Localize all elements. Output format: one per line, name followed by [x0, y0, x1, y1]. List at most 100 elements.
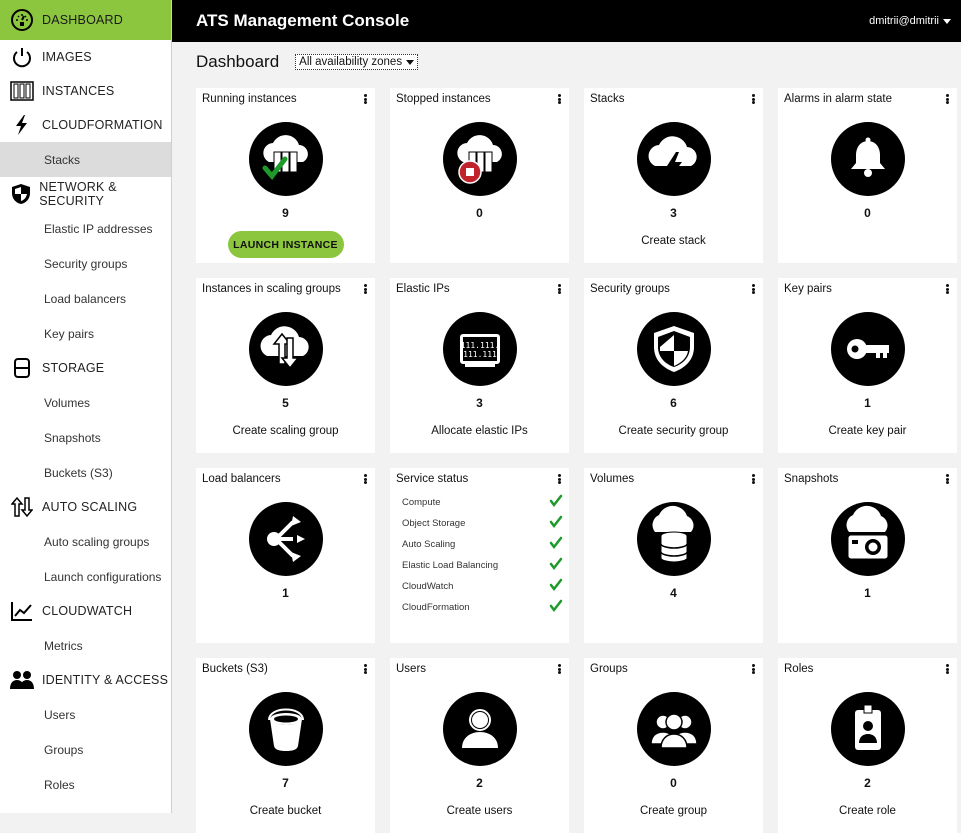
sidebar-section-cloudwatch[interactable]: CLOUDWATCH — [0, 594, 171, 628]
user-menu[interactable]: dmitrii@dmitrii — [869, 15, 951, 27]
tile-count[interactable]: 3 — [584, 206, 763, 220]
tile-title: Roles — [784, 663, 814, 675]
load-balancer-icon[interactable] — [248, 502, 323, 576]
kebab-menu-icon[interactable] — [749, 472, 757, 486]
sidebar-item-label: Metrics — [44, 638, 83, 653]
tile-action-link[interactable]: Create group — [584, 805, 763, 817]
sidebar-item-groups[interactable]: Groups — [0, 732, 171, 767]
security-shield-icon[interactable] — [636, 312, 711, 386]
users-icon — [8, 668, 36, 692]
tile-count[interactable]: 1 — [196, 586, 375, 600]
check-icon — [549, 599, 563, 616]
kebab-menu-icon[interactable] — [943, 472, 951, 486]
tile-action-link[interactable]: Create scaling group — [196, 425, 375, 437]
bucket-icon[interactable] — [248, 692, 323, 766]
kebab-menu-icon[interactable] — [749, 662, 757, 676]
tile-action-link[interactable]: Create security group — [584, 425, 763, 437]
elastic-ip-icon[interactable]: 111.111. 111.111 — [442, 312, 517, 386]
sidebar-item-stacks[interactable]: Stacks — [0, 142, 171, 177]
sidebar-item-label: DASHBOARD — [42, 13, 123, 27]
tile-count[interactable]: 6 — [584, 396, 763, 410]
group-icon[interactable] — [636, 692, 711, 766]
kebab-menu-icon[interactable] — [943, 662, 951, 676]
sidebar-item-roles[interactable]: Roles — [0, 767, 171, 802]
key-icon[interactable] — [830, 312, 905, 386]
sidebar-section-images[interactable]: IMAGES — [0, 40, 171, 74]
tile-count[interactable]: 3 — [390, 396, 569, 410]
camera-icon[interactable] — [830, 502, 905, 576]
sidebar-section-instances[interactable]: INSTANCES — [0, 74, 171, 108]
sidebar-item-auto-scaling-groups[interactable]: Auto scaling groups — [0, 524, 171, 559]
sidebar-item-label: NETWORK & SECURITY — [39, 180, 117, 208]
sidebar-item-buckets-s3[interactable]: Buckets (S3) — [0, 455, 171, 490]
tile-count[interactable]: 0 — [584, 776, 763, 790]
tile-count[interactable]: 4 — [584, 586, 763, 600]
tile-stacks: Stacks 3 Create stack — [584, 88, 763, 263]
sidebar-section-dashboard[interactable]: DASHBOARD — [0, 0, 171, 40]
tile-title: Key pairs — [784, 283, 832, 295]
tile-count[interactable]: 0 — [390, 206, 569, 220]
sidebar-item-elastic-ip-addresses[interactable]: Elastic IP addresses — [0, 211, 171, 246]
role-badge-icon[interactable] — [830, 692, 905, 766]
tile-action-link[interactable]: Create stack — [584, 235, 763, 247]
tile-stopped-instances: Stopped instances 0 — [390, 88, 569, 263]
kebab-menu-icon[interactable] — [361, 92, 369, 106]
stack-cloud-icon[interactable] — [636, 122, 711, 196]
sidebar-item-load-balancers[interactable]: Load balancers — [0, 281, 171, 316]
kebab-menu-icon[interactable] — [555, 472, 563, 486]
availability-zone-select[interactable]: All availability zones — [295, 54, 419, 70]
volume-database-icon[interactable] — [636, 502, 711, 576]
tile-count[interactable]: 5 — [196, 396, 375, 410]
scaling-cloud-icon[interactable] — [248, 312, 323, 386]
tile-count[interactable]: 1 — [778, 396, 957, 410]
server-rack-icon — [8, 79, 36, 103]
user-icon[interactable] — [442, 692, 517, 766]
sidebar-section-auto-scaling[interactable]: AUTO SCALING — [0, 490, 171, 524]
top-bar: ATS Management Console dmitrii@dmitrii — [172, 0, 961, 42]
kebab-menu-icon[interactable] — [943, 92, 951, 106]
kebab-menu-icon[interactable] — [555, 662, 563, 676]
list-item: CloudWatch — [402, 576, 563, 597]
tile-count[interactable]: 2 — [778, 776, 957, 790]
service-name: Auto Scaling — [402, 539, 456, 550]
tile-count[interactable]: 7 — [196, 776, 375, 790]
running-instances-icon[interactable] — [248, 122, 323, 196]
tile-title: Stopped instances — [396, 93, 491, 105]
kebab-menu-icon[interactable] — [361, 662, 369, 676]
sidebar-item-security-groups[interactable]: Security groups — [0, 246, 171, 281]
sidebar-item-key-pairs[interactable]: Key pairs — [0, 316, 171, 351]
tile-action-link[interactable]: Create role — [778, 805, 957, 817]
page-header: Dashboard All availability zones — [196, 52, 419, 72]
sidebar-item-label: AUTO SCALING — [42, 500, 138, 514]
sidebar-item-volumes[interactable]: Volumes — [0, 385, 171, 420]
tile-action-link[interactable]: Allocate elastic IPs — [390, 425, 569, 437]
kebab-menu-icon[interactable] — [749, 92, 757, 106]
launch-instance-button[interactable]: LAUNCH INSTANCE — [227, 231, 344, 258]
kebab-menu-icon[interactable] — [361, 282, 369, 296]
tile-count[interactable]: 2 — [390, 776, 569, 790]
tile-count[interactable]: 9 — [196, 206, 375, 220]
tile-action-link[interactable]: Create key pair — [778, 425, 957, 437]
kebab-menu-icon[interactable] — [555, 282, 563, 296]
check-icon — [549, 536, 563, 553]
sidebar-section-network-security[interactable]: NETWORK & SECURITY — [0, 177, 171, 211]
bell-icon[interactable] — [830, 122, 905, 196]
sidebar-item-launch-configurations[interactable]: Launch configurations — [0, 559, 171, 594]
sidebar-section-identity-access[interactable]: IDENTITY & ACCESS — [0, 663, 171, 697]
sidebar-item-metrics[interactable]: Metrics — [0, 628, 171, 663]
kebab-menu-icon[interactable] — [555, 92, 563, 106]
sidebar-item-snapshots[interactable]: Snapshots — [0, 420, 171, 455]
sidebar-item-users[interactable]: Users — [0, 697, 171, 732]
tile-title: Elastic IPs — [396, 283, 450, 295]
tile-count[interactable]: 0 — [778, 206, 957, 220]
sidebar-section-storage[interactable]: STORAGE — [0, 351, 171, 385]
kebab-menu-icon[interactable] — [749, 282, 757, 296]
kebab-menu-icon[interactable] — [943, 282, 951, 296]
stopped-instances-icon[interactable] — [442, 122, 517, 196]
sidebar-section-cloudformation[interactable]: CLOUDFORMATION — [0, 108, 171, 142]
tile-action-link[interactable]: Create bucket — [196, 805, 375, 817]
kebab-menu-icon[interactable] — [361, 472, 369, 486]
list-item: Object Storage — [402, 513, 563, 534]
tile-count[interactable]: 1 — [778, 586, 957, 600]
tile-action-link[interactable]: Create users — [390, 805, 569, 817]
